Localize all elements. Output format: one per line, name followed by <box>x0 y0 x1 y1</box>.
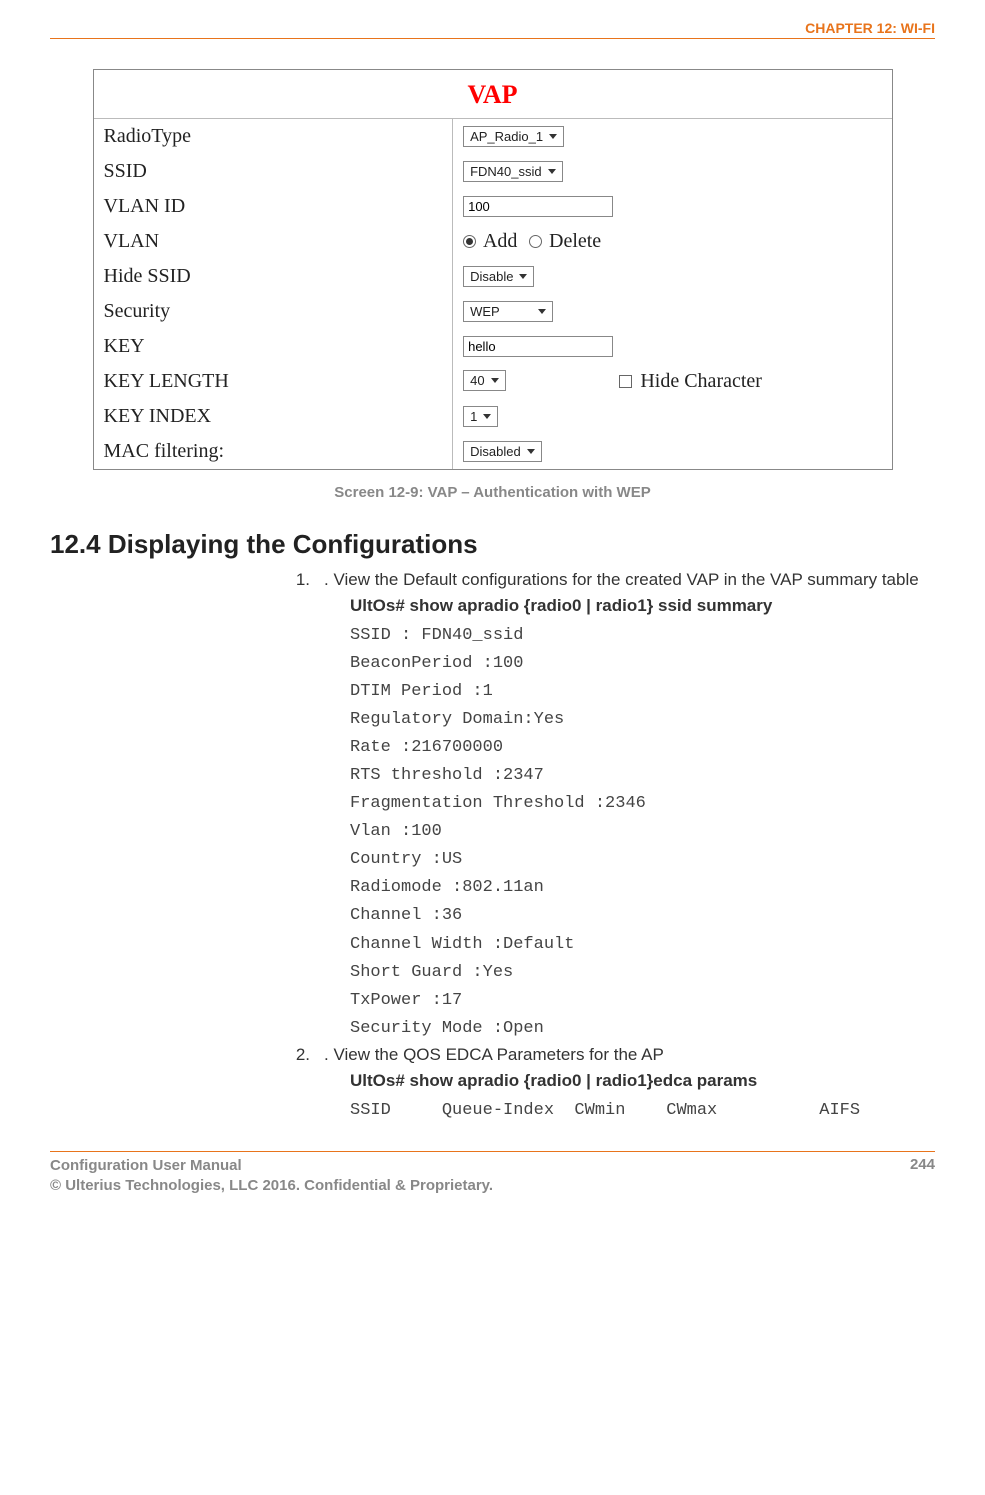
hide-ssid-label: Hide SSID <box>94 259 453 294</box>
key-length-label: KEY LENGTH <box>94 364 453 399</box>
vap-form-table: RadioType AP_Radio_1 SSID FDN40_ssid <box>94 119 892 469</box>
ssid-select[interactable]: FDN40_ssid <box>463 161 563 182</box>
list-item: 2. . View the QOS EDCA Parameters for th… <box>290 1045 935 1125</box>
vlan-delete-label: Delete <box>549 230 601 252</box>
ssid-label: SSID <box>94 154 453 189</box>
page-footer: Configuration User Manual © Ulterius Tec… <box>0 1152 985 1215</box>
key-index-value: 1 <box>470 409 477 424</box>
radio-type-select[interactable]: AP_Radio_1 <box>463 126 564 147</box>
vlan-label: VLAN <box>94 224 453 259</box>
list-item-number: 2. <box>290 1045 324 1125</box>
vlan-add-radio[interactable] <box>463 235 476 248</box>
radio-type-value: AP_Radio_1 <box>470 129 543 144</box>
chevron-down-icon <box>491 378 499 383</box>
security-select[interactable]: WEP <box>463 301 553 322</box>
chevron-down-icon <box>483 414 491 419</box>
vlan-id-label: VLAN ID <box>94 189 453 224</box>
list-item: 1. . View the Default configurations for… <box>290 570 935 1043</box>
chevron-down-icon <box>527 449 535 454</box>
chapter-header: CHAPTER 12: WI-FI <box>50 20 935 39</box>
key-label: KEY <box>94 329 453 364</box>
figure-caption: Screen 12-9: VAP – Authentication with W… <box>50 484 935 501</box>
hide-character-label: Hide Character <box>640 370 762 392</box>
vlan-id-input[interactable] <box>463 196 613 217</box>
key-length-select[interactable]: 40 <box>463 370 505 391</box>
security-label: Security <box>94 294 453 329</box>
hide-ssid-select[interactable]: Disable <box>463 266 534 287</box>
instruction-list: 1. . View the Default configurations for… <box>290 570 935 1125</box>
mac-filtering-select[interactable]: Disabled <box>463 441 542 462</box>
security-value: WEP <box>470 304 500 319</box>
key-length-value: 40 <box>470 373 484 388</box>
command-line: UltOs# show apradio {radio0 | radio1} ss… <box>350 596 935 616</box>
chevron-down-icon <box>548 169 556 174</box>
footer-title: Configuration User Manual <box>50 1156 493 1176</box>
footer-copyright: © Ulterius Technologies, LLC 2016. Confi… <box>50 1176 493 1196</box>
key-index-select[interactable]: 1 <box>463 406 498 427</box>
mac-filtering-label: MAC filtering: <box>94 434 453 469</box>
command-line: UltOs# show apradio {radio0 | radio1}edc… <box>350 1071 935 1091</box>
hide-ssid-value: Disable <box>470 269 513 284</box>
command-output: SSID Queue-Index CWmin CWmax AIFS <box>350 1097 935 1125</box>
key-input[interactable] <box>463 336 613 357</box>
vap-panel: VAP RadioType AP_Radio_1 SSID FDN40_ssid <box>93 69 893 470</box>
chevron-down-icon <box>549 134 557 139</box>
section-heading: 12.4 Displaying the Configurations <box>50 529 935 560</box>
radio-type-label: RadioType <box>94 119 453 154</box>
list-item-text: . View the QOS EDCA Parameters for the A… <box>324 1045 935 1065</box>
list-item-text: . View the Default configurations for th… <box>324 570 935 590</box>
command-output: SSID : FDN40_ssid BeaconPeriod :100 DTIM… <box>350 622 935 1043</box>
page-number: 244 <box>910 1156 935 1197</box>
mac-filtering-value: Disabled <box>470 444 521 459</box>
chevron-down-icon <box>538 309 546 314</box>
ssid-value: FDN40_ssid <box>470 164 542 179</box>
list-item-number: 1. <box>290 570 324 1043</box>
vap-panel-title: VAP <box>94 70 892 119</box>
hide-character-checkbox[interactable] <box>619 375 632 388</box>
vlan-delete-radio[interactable] <box>529 235 542 248</box>
vlan-add-label: Add <box>483 230 517 252</box>
key-index-label: KEY INDEX <box>94 399 453 434</box>
chevron-down-icon <box>519 274 527 279</box>
